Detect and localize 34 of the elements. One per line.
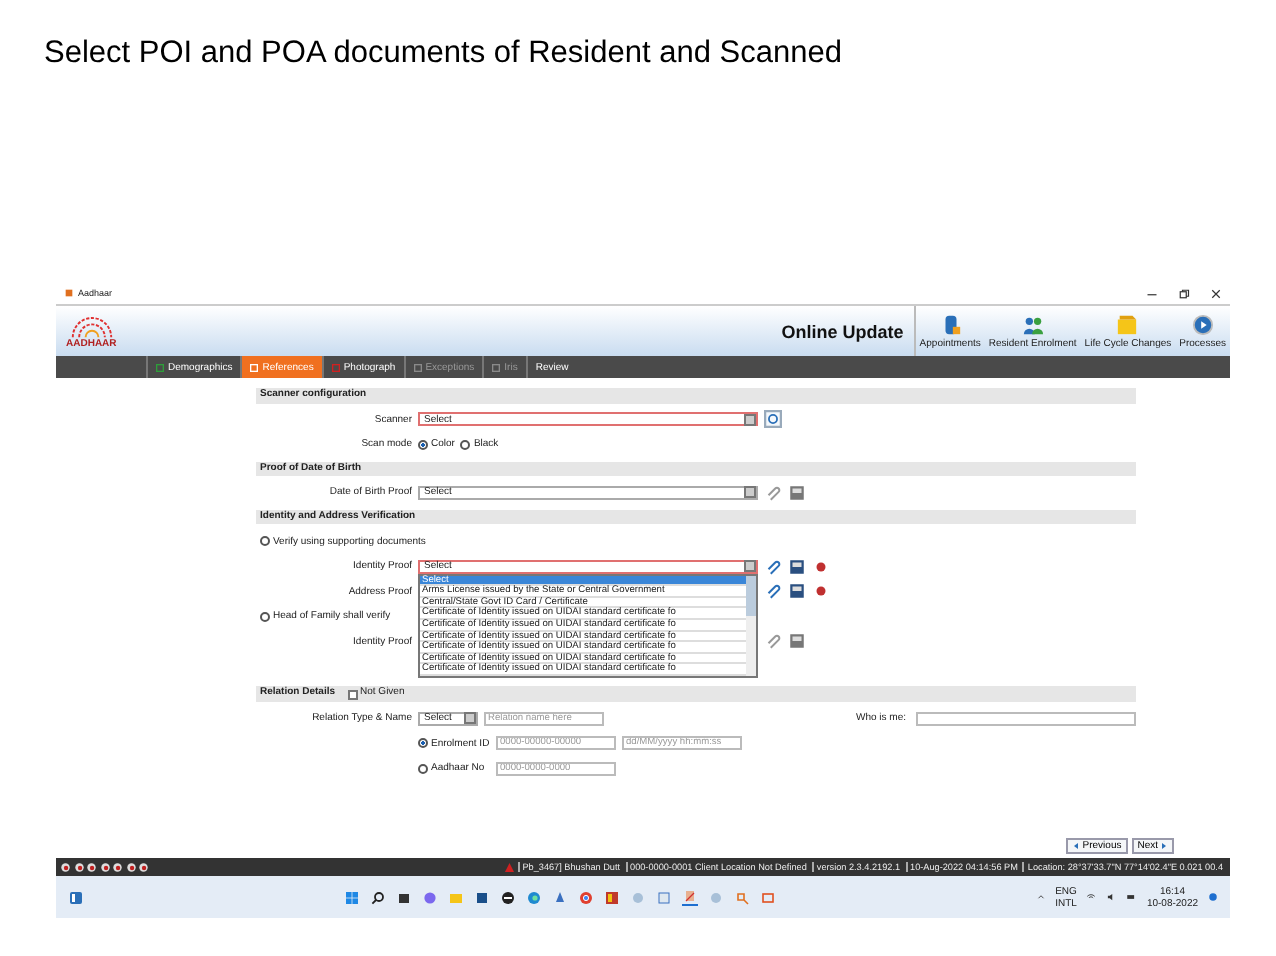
paperclip-icon[interactable] bbox=[764, 582, 782, 601]
paperclip-icon[interactable] bbox=[764, 557, 782, 576]
logo-icon bbox=[67, 313, 116, 337]
wifi-icon[interactable] bbox=[1086, 892, 1097, 902]
module-title: Online Update bbox=[781, 321, 904, 341]
who-field[interactable] bbox=[916, 711, 1136, 726]
speaker-icon[interactable] bbox=[1106, 892, 1117, 902]
chat-icon[interactable] bbox=[421, 889, 438, 905]
document-icon[interactable] bbox=[788, 557, 806, 576]
close-icon[interactable] bbox=[1210, 287, 1222, 299]
task-view-icon[interactable] bbox=[395, 889, 412, 905]
restore-icon[interactable] bbox=[1178, 287, 1190, 299]
app-icon[interactable] bbox=[499, 889, 516, 905]
document-icon[interactable] bbox=[788, 582, 806, 601]
scrollbar[interactable] bbox=[746, 575, 756, 677]
windows-icon[interactable] bbox=[343, 889, 360, 905]
people-icon bbox=[1021, 313, 1044, 335]
database-icon bbox=[939, 313, 962, 335]
widgets-icon[interactable] bbox=[68, 889, 84, 905]
slide-title: Select POI and POA documents of Resident and Scanned bbox=[44, 36, 842, 72]
paperclip-icon[interactable] bbox=[764, 632, 782, 651]
document-icon[interactable] bbox=[788, 632, 806, 651]
play-icon bbox=[1191, 313, 1214, 335]
document-icon[interactable] bbox=[788, 483, 806, 502]
folder-icon bbox=[1116, 313, 1139, 335]
right-arrow-icon bbox=[1160, 842, 1168, 850]
refresh-icon[interactable] bbox=[764, 410, 782, 429]
search-icon[interactable] bbox=[369, 889, 386, 905]
app-icon bbox=[64, 288, 74, 298]
notification-icon[interactable] bbox=[1208, 892, 1219, 902]
chevron-icon[interactable] bbox=[1035, 892, 1046, 902]
paperclip-icon[interactable] bbox=[764, 483, 782, 502]
left-arrow-icon bbox=[1072, 842, 1081, 850]
browser-icon[interactable] bbox=[525, 889, 542, 905]
